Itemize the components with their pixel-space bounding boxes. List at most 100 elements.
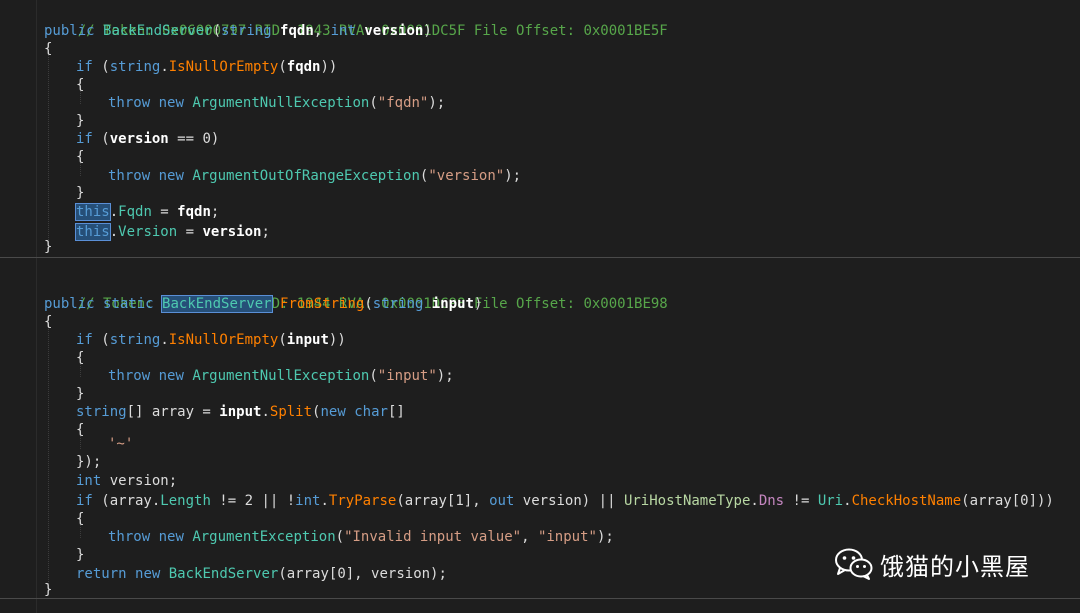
code-line: }: [44, 239, 53, 255]
keyword: string: [76, 404, 127, 420]
param-name[interactable]: version: [364, 23, 423, 39]
keyword: int: [76, 473, 102, 489]
keyword: throw: [108, 168, 151, 184]
watermark-text: 饿猫的小黑屋: [880, 552, 1030, 581]
code-line: {: [76, 350, 85, 366]
keyword: out: [489, 493, 515, 509]
code-line: {: [44, 41, 53, 57]
param-name[interactable]: input: [432, 296, 474, 312]
keyword: return: [76, 566, 127, 582]
keyword: if: [76, 332, 93, 348]
variable[interactable]: version: [202, 224, 261, 240]
watermark: 饿猫的小黑屋: [834, 544, 1030, 584]
code-line: });: [76, 452, 101, 472]
variable[interactable]: version: [110, 131, 169, 147]
method-call[interactable]: Split: [270, 404, 312, 420]
type-name[interactable]: ArgumentOutOfRangeException: [192, 168, 420, 184]
indent-guide: [48, 52, 49, 248]
code-line: }: [76, 547, 85, 563]
keyword: if: [76, 59, 93, 75]
indent-guide: [48, 324, 49, 590]
constructor-name[interactable]: BackEndServer: [103, 23, 213, 39]
string-literal: "fqdn": [377, 95, 429, 111]
variable[interactable]: input: [219, 404, 261, 420]
code-line: // Token: 0x06000798 RID: 1944 RVA: 0x00…: [44, 274, 668, 312]
method-call[interactable]: TryParse: [329, 493, 396, 509]
type-name[interactable]: ArgumentException: [192, 529, 335, 545]
code-line: throw new ArgumentNullException("fqdn");: [108, 95, 446, 111]
variable[interactable]: input: [287, 332, 329, 348]
keyword: string: [372, 296, 424, 312]
param-name[interactable]: fqdn: [280, 23, 314, 39]
code-line: if (version == 0): [76, 131, 220, 147]
method-call[interactable]: IsNullOrEmpty: [169, 332, 279, 348]
code-text: == 0): [168, 131, 220, 147]
code-line: if (string.IsNullOrEmpty(fqdn)): [76, 59, 338, 75]
property-name[interactable]: Length: [160, 493, 211, 509]
code-line: {: [76, 511, 85, 527]
code-text: version) ||: [514, 493, 624, 509]
keyword: new: [320, 404, 346, 420]
code-text: (array[0])): [961, 493, 1054, 509]
code-line: int version;: [76, 471, 177, 491]
code-line: if (string.IsNullOrEmpty(input)): [76, 332, 346, 348]
keyword: public: [44, 296, 95, 312]
keyword: public: [44, 23, 95, 39]
char-literal: '~': [108, 436, 134, 452]
variable[interactable]: fqdn: [287, 59, 321, 75]
keyword: int: [330, 23, 356, 39]
type-name[interactable]: UriHostNameType: [624, 493, 750, 509]
code-text: (array[0], version);: [278, 566, 447, 582]
code-line: return new BackEndServer(array[0], versi…: [76, 564, 447, 584]
type-name[interactable]: ArgumentNullException: [192, 368, 369, 384]
keyword: throw: [108, 368, 151, 384]
keyword: new: [135, 566, 161, 582]
string-literal: "version": [428, 168, 505, 184]
type-name[interactable]: Uri: [818, 493, 843, 509]
code-line: string[] array = input.Split(new char[]: [76, 404, 405, 420]
gutter-line: [36, 0, 37, 613]
keyword: new: [158, 95, 184, 111]
return-type-highlighted[interactable]: BackEndServer: [161, 295, 273, 313]
property-name[interactable]: Fqdn: [118, 204, 152, 220]
code-line: }: [76, 386, 85, 402]
type-name[interactable]: BackEndServer: [169, 566, 279, 582]
keyword: new: [158, 368, 184, 384]
code-line: this.Fqdn = fqdn;: [75, 203, 220, 221]
code-line: throw new ArgumentException("Invalid inp…: [108, 529, 614, 545]
code-text: version;: [101, 473, 178, 489]
code-line: throw new ArgumentNullException("input")…: [108, 368, 454, 384]
keyword: throw: [108, 95, 151, 111]
code-line: // Token: 0x06000797 RID: 1943 RVA: 0x00…: [44, 1, 668, 39]
method-call[interactable]: CheckHostName: [852, 493, 962, 509]
code-line: '~': [108, 434, 133, 454]
code-line: public BackEndServer(string fqdn, int ve…: [44, 23, 432, 39]
code-text: (array.: [92, 493, 161, 509]
code-text: (array[1],: [396, 493, 490, 509]
keyword: string: [109, 332, 161, 348]
keyword: int: [295, 493, 321, 509]
code-text: != 2 || !: [210, 493, 296, 509]
method-call[interactable]: IsNullOrEmpty: [169, 59, 279, 75]
enum-member[interactable]: Dns: [759, 493, 784, 509]
wechat-icon: [835, 548, 873, 580]
code-line: this.Version = version;: [75, 223, 270, 241]
this-keyword-highlighted[interactable]: this: [75, 203, 111, 221]
variable[interactable]: fqdn: [177, 204, 211, 220]
property-name[interactable]: Version: [118, 224, 177, 240]
method-name[interactable]: FromString: [280, 296, 364, 312]
this-keyword-highlighted[interactable]: this: [75, 223, 111, 241]
keyword: if: [76, 131, 93, 147]
code-editor[interactable]: // Token: 0x06000797 RID: 1943 RVA: 0x00…: [0, 0, 1080, 613]
string-literal: "input": [377, 368, 437, 384]
string-literal: "input": [537, 529, 597, 545]
type-name[interactable]: ArgumentNullException: [192, 95, 369, 111]
keyword: static: [103, 296, 154, 312]
code-text: [] array =: [126, 404, 220, 420]
code-line: {: [44, 314, 53, 330]
code-text: });: [76, 454, 102, 470]
code-line: if (array.Length != 2 || !int.TryParse(a…: [76, 493, 1054, 509]
method-separator: [0, 257, 1080, 258]
keyword: throw: [108, 529, 151, 545]
code-line: }: [76, 185, 85, 201]
